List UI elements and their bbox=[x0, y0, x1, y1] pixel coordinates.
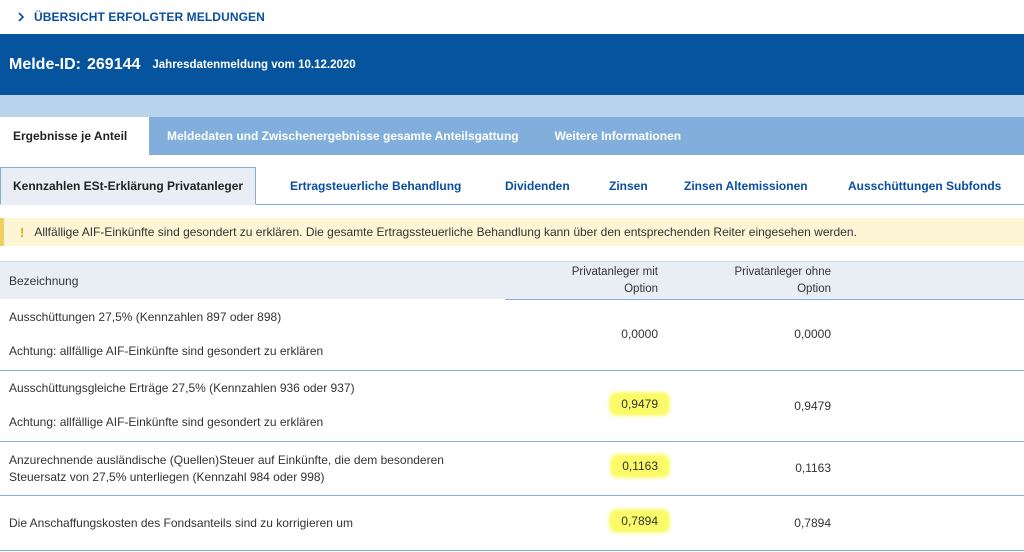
value-without-option: 0,9479 bbox=[794, 399, 831, 413]
tab-weitere-informationen[interactable]: Weitere Informationen bbox=[537, 117, 699, 155]
tab-meldedaten[interactable]: Meldedaten und Zwischenergebnisse gesamt… bbox=[149, 117, 537, 155]
melde-id-label: Melde-ID: bbox=[9, 55, 81, 73]
warning-icon: ! bbox=[20, 224, 25, 240]
page-subtitle: Jahresdatenmeldung vom 10.12.2020 bbox=[152, 58, 356, 71]
table-row: Ausschüttungen 27,5% (Kennzahlen 897 ode… bbox=[0, 299, 1024, 371]
highlighted-value: 0,1163 bbox=[612, 456, 668, 476]
tab-ausschuettungen-subfonds[interactable]: Ausschüttungen Subfonds bbox=[848, 167, 1001, 205]
header-with-option-line1: Privatanleger mit bbox=[571, 266, 658, 278]
melde-id-value: 269144 bbox=[87, 55, 141, 73]
chevron-right-icon bbox=[18, 12, 25, 22]
table-row: Ausschüttungsgleiche Erträge 27,5% (Kenn… bbox=[0, 371, 1024, 442]
secondary-tab-bar: Kennzahlen ESt-Erklärung Privatanleger E… bbox=[0, 167, 1024, 205]
tab-ergebnisse-je-anteil[interactable]: Ergebnisse je Anteil bbox=[0, 117, 149, 155]
value-with-option: 0,7894 bbox=[611, 511, 668, 531]
info-alert: ! Allfällige AIF-Einkünfte sind gesonder… bbox=[0, 218, 1024, 246]
alert-text: Allfällige AIF-Einkünfte sind gesondert … bbox=[34, 225, 857, 239]
value-without-option: 0,1163 bbox=[795, 461, 831, 475]
header-without-option-line1: Privatanleger ohne bbox=[734, 266, 831, 278]
tab-ertragsteuerliche-behandlung[interactable]: Ertragsteuerliche Behandlung bbox=[290, 167, 461, 205]
header-bezeichnung: Bezeichnung bbox=[9, 274, 79, 288]
row-description: Ausschüttungen 27,5% (Kennzahlen 897 ode… bbox=[9, 310, 282, 324]
row-note: Achtung: allfällige AIF-Einkünfte sind g… bbox=[9, 344, 324, 358]
value-without-option: 0,0000 bbox=[794, 327, 831, 341]
page-header: Melde-ID: 269144 Jahresdatenmeldung vom … bbox=[0, 34, 1024, 95]
header-without-option-line2: Option bbox=[797, 283, 831, 295]
tab-zinsen-altemissionen[interactable]: Zinsen Altemissionen bbox=[684, 167, 808, 205]
tab-zinsen[interactable]: Zinsen bbox=[609, 167, 648, 205]
row-description-line1: Anzurechnende ausländische (Quellen)Steu… bbox=[9, 453, 444, 467]
row-description: Die Anschaffungskosten des Fondsanteils … bbox=[9, 516, 353, 530]
header-with-option: Privatanleger mit Option bbox=[572, 264, 658, 298]
header-without-option: Privatanleger ohne Option bbox=[734, 264, 831, 298]
table-row: Die Anschaffungskosten des Fondsanteils … bbox=[0, 496, 1024, 551]
value-with-option: 0,9479 bbox=[611, 394, 668, 414]
table-header: Bezeichnung Privatanleger mit Option Pri… bbox=[0, 261, 1024, 300]
highlighted-value: 0,7894 bbox=[611, 511, 668, 531]
header-with-option-line2: Option bbox=[624, 283, 658, 295]
value-without-option: 0,7894 bbox=[794, 516, 831, 530]
tab-dividenden[interactable]: Dividenden bbox=[505, 167, 570, 205]
breadcrumb-link[interactable]: ÜBERSICHT ERFOLGTER MELDUNGEN bbox=[34, 10, 265, 24]
row-note: Achtung: allfällige AIF-Einkünfte sind g… bbox=[9, 415, 324, 429]
tab-kennzahlen-est[interactable]: Kennzahlen ESt-Erklärung Privatanleger bbox=[0, 167, 257, 205]
value-with-option: 0,1163 bbox=[612, 456, 668, 476]
primary-tab-bar: Ergebnisse je Anteil Meldedaten und Zwis… bbox=[0, 117, 1024, 155]
header-band bbox=[0, 95, 1024, 117]
highlighted-value: 0,9479 bbox=[611, 394, 668, 414]
breadcrumb[interactable]: ÜBERSICHT ERFOLGTER MELDUNGEN bbox=[0, 0, 1024, 34]
row-description: Ausschüttungsgleiche Erträge 27,5% (Kenn… bbox=[9, 381, 355, 395]
table-row: Anzurechnende ausländische (Quellen)Steu… bbox=[0, 442, 1024, 496]
row-description-line2: Steuersatz von 27,5% unterliegen (Kennza… bbox=[9, 470, 325, 484]
value-with-option: 0,0000 bbox=[621, 327, 658, 341]
